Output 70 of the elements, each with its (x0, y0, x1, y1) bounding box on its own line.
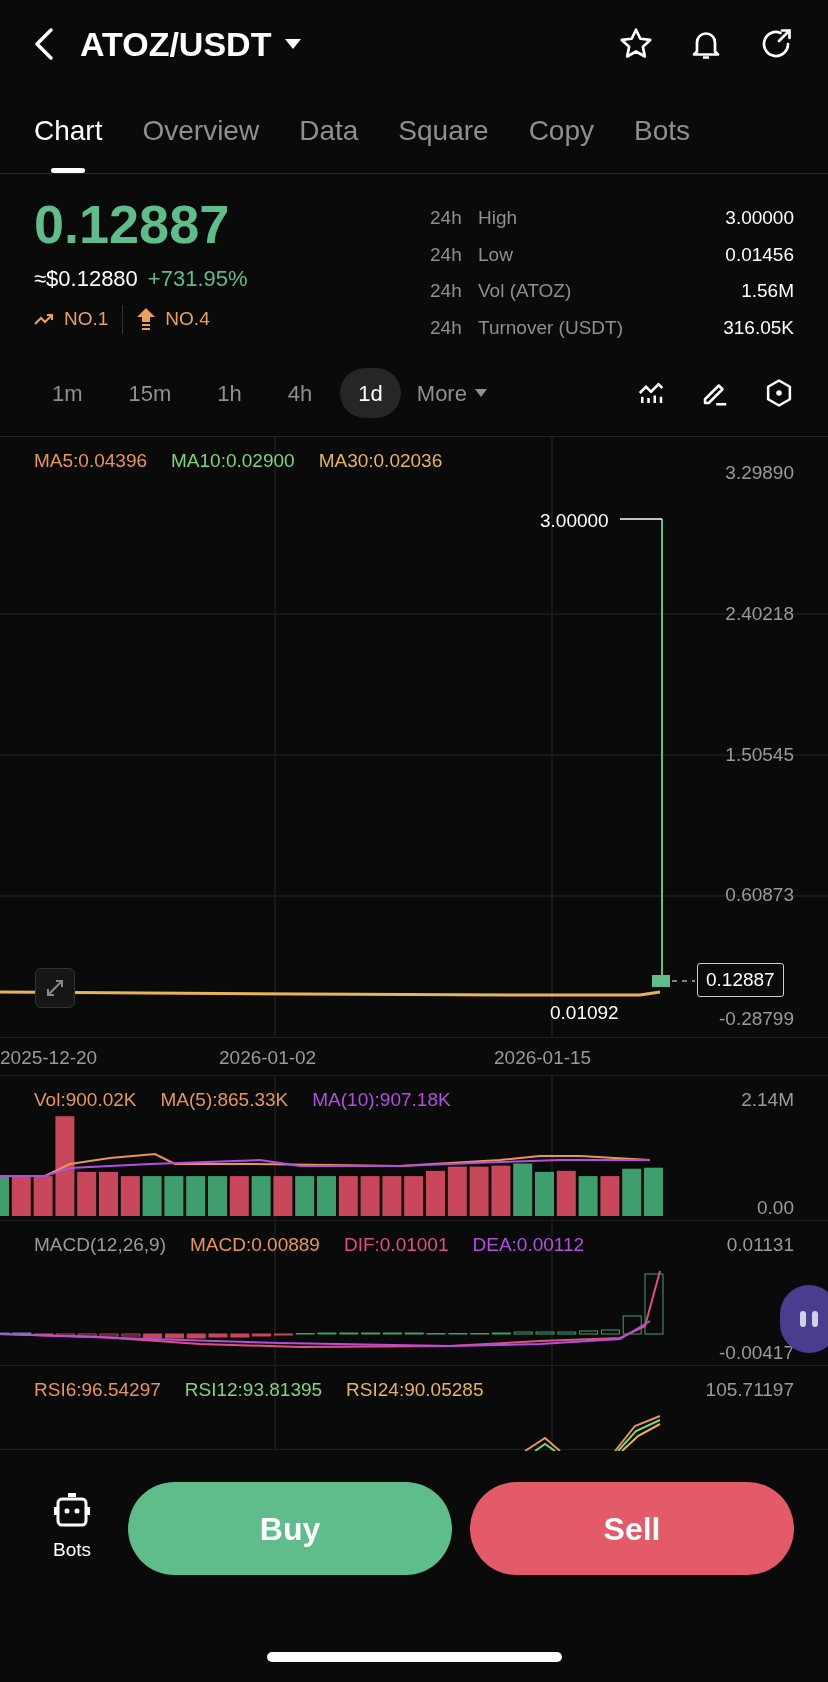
y-axis-label: 0.00 (757, 1196, 794, 1220)
y-axis-label: 0.60873 (725, 883, 794, 907)
x-axis-label: 2026-01-02 (219, 1046, 317, 1070)
indicator-legend: DIF:0.01001 (343, 1231, 449, 1260)
tab[interactable]: Chart (34, 88, 103, 173)
y-axis-label: 2.14M (741, 1088, 794, 1112)
x-axis-label: 2026-01-15 (494, 1046, 592, 1070)
stat-value: 0.01456 (725, 242, 794, 267)
x-axis-label: 2025-12-20 (0, 1046, 98, 1070)
indicator-legend: MA5:0.04396 (34, 447, 148, 476)
stat-label: Low (478, 242, 513, 267)
tab[interactable]: Data (299, 88, 359, 173)
bots-button[interactable]: Bots (34, 1492, 110, 1565)
tab[interactable]: Bots (634, 88, 691, 173)
stat-value: 316.05K (723, 315, 794, 340)
tab[interactable]: Square (398, 88, 489, 173)
y-axis-label: 0.01131 (726, 1233, 794, 1257)
expand-icon (45, 978, 65, 998)
pair-selector[interactable]: ATOZ/USDT (80, 18, 302, 70)
stat-label: Vol (ATOZ) (478, 279, 572, 303)
indicator-legend: Vol:900.02K (34, 1086, 137, 1115)
indicator-legend: MA(5):865.33K (160, 1086, 289, 1115)
interval-tab[interactable]: 1h (199, 368, 260, 418)
trend-up-icon (34, 312, 54, 327)
tab[interactable]: Overview (142, 88, 260, 173)
stat-period: 24h (430, 242, 463, 267)
y-axis-label: -0.00417 (719, 1341, 794, 1365)
last-price: 0.12887 (34, 194, 231, 254)
stat-value: 3.00000 (725, 206, 794, 230)
high-price-label: 3.00000 (540, 509, 609, 533)
indicator-legend: MACD(12,26,9) (34, 1231, 166, 1260)
stat-label: Turnover (USDT) (478, 315, 623, 340)
indicator-legend: MA(10):907.18K (312, 1086, 451, 1115)
y-axis-label: 1.50545 (725, 743, 794, 767)
tab[interactable]: Copy (528, 88, 594, 173)
more-dropdown[interactable]: More (410, 376, 493, 410)
stat-value: 1.56M (741, 279, 794, 303)
stat-period: 24h (430, 206, 463, 230)
y-axis-label: 2.40218 (725, 602, 794, 626)
indicator-legend: MA30:0.02036 (318, 447, 443, 476)
indicator-legend: MACD:0.00889 (190, 1231, 320, 1260)
sell-button[interactable]: Sell (470, 1482, 794, 1575)
interval-tab[interactable]: 1m (34, 368, 101, 418)
price-change: +731.95% (147, 265, 248, 293)
last-price-tag: 0.12887 (697, 963, 784, 997)
robot-icon (53, 1492, 91, 1529)
interval-tab[interactable]: 15m (110, 368, 190, 418)
fullscreen-button[interactable] (35, 968, 75, 1008)
interval-tab[interactable]: 4h (269, 368, 331, 418)
stat-period: 24h (430, 315, 463, 340)
stat-label: High (478, 206, 518, 230)
indicator-legend: RSI12:93.81395 (184, 1376, 323, 1405)
settings-icon[interactable] (764, 378, 794, 408)
caret-icon (474, 389, 487, 397)
y-axis-label: -0.28799 (719, 1007, 794, 1031)
up-arrow-icon (137, 308, 156, 331)
indicator-legend: DEA:0.00112 (472, 1231, 585, 1260)
indicator-legend: RSI24:90.05285 (346, 1376, 484, 1405)
interval-tab[interactable]: 1d (340, 368, 401, 418)
indicator-legend: MA10:0.02900 (171, 447, 295, 476)
stat-period: 24h (430, 279, 463, 303)
rank-badge[interactable]: NO.4 (165, 305, 210, 334)
y-axis-label: 3.29890 (725, 461, 794, 485)
caret-icon (285, 39, 302, 49)
rank-badge[interactable]: NO.1 (64, 305, 109, 334)
back-icon[interactable] (34, 27, 54, 61)
indicator-legend: RSI6:96.54297 (34, 1376, 161, 1405)
y-axis-label: 105.71197 (705, 1378, 794, 1402)
usd-price: ≈$0.12880 (34, 265, 138, 293)
low-price-label: 0.01092 (550, 1001, 619, 1025)
